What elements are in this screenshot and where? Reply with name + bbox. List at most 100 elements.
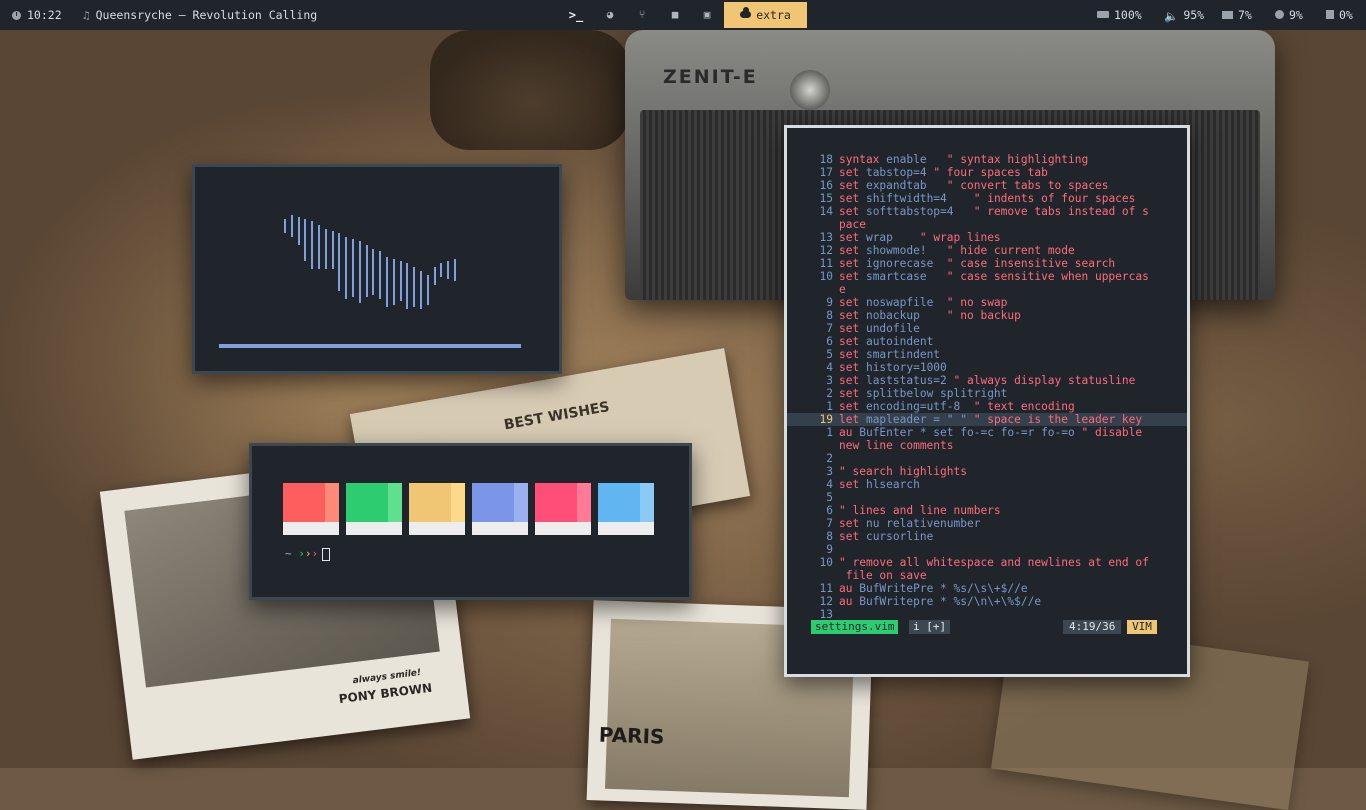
- vim-line[interactable]: 8 set cursorline: [787, 530, 1187, 543]
- workspace-files[interactable]: ■: [660, 0, 690, 30]
- vim-line-text: set splitbelow splitright: [839, 387, 1008, 400]
- cpu-status[interactable]: 9%: [1275, 0, 1303, 30]
- media-icon: ▣: [703, 8, 711, 21]
- vim-line-number: 9: [826, 296, 833, 309]
- vim-line-text: set nobackup " no backup: [839, 309, 1021, 322]
- vim-line[interactable]: 7 set nu relativenumber: [787, 517, 1187, 530]
- workspace-browser[interactable]: ◕: [595, 0, 625, 30]
- workspace-media[interactable]: ▣: [692, 0, 722, 30]
- vim-line[interactable]: 11 set ignorecase " case insensitive sear…: [787, 257, 1187, 270]
- vim-line-text: set softtabstop=4 " remove tabs instead …: [839, 205, 1149, 218]
- vim-line-number: 6: [826, 335, 833, 348]
- vim-line[interactable]: 2 set splitbelow splitright: [787, 387, 1187, 400]
- vim-line[interactable]: 1 au BufEnter * set fo-=c fo-=r fo-=o " d…: [787, 426, 1187, 439]
- vim-line-number: 11: [819, 582, 833, 595]
- vim-line-number: 19: [819, 413, 833, 426]
- swatch-base: [409, 522, 465, 535]
- browser-icon: ◕: [606, 8, 614, 21]
- workspace-extra-active[interactable]: extra: [724, 2, 807, 28]
- vim-line[interactable]: 4 set hlsearch: [787, 478, 1187, 491]
- vim-line[interactable]: 9: [787, 543, 1187, 556]
- vim-line-number: 10: [819, 556, 833, 569]
- vim-line-text: set nu relativenumber: [839, 517, 981, 530]
- swatch-base: [346, 522, 402, 535]
- disk-status[interactable]: 0%: [1326, 0, 1353, 30]
- visualizer-bar: [406, 263, 409, 309]
- vim-line[interactable]: 2: [787, 452, 1187, 465]
- swatch-base: [472, 522, 528, 535]
- vim-line[interactable]: 1 set encoding=utf-8 " text encoding: [787, 400, 1187, 413]
- vim-line-number: 3: [826, 374, 833, 387]
- vim-current-line[interactable]: 19 let mapleader = " " " space is the lea…: [787, 413, 1187, 426]
- vim-line[interactable]: 16 set expandtab " convert tabs to spaces: [787, 179, 1187, 192]
- vim-line-number: 13: [819, 231, 833, 244]
- battery-status[interactable]: 100%: [1097, 0, 1142, 30]
- color-swatch: [283, 483, 339, 535]
- git-branch-icon: ⑂: [638, 8, 646, 21]
- vim-line-text: set autoindent: [839, 335, 934, 348]
- vim-editor-window[interactable]: 18 syntax enable " syntax highlighting 17 s…: [784, 125, 1190, 677]
- vim-line[interactable]: 11 au BufWritePre * %s/\s\+$//e: [787, 582, 1187, 595]
- vim-line[interactable]: 5: [787, 491, 1187, 504]
- vim-line[interactable]: 15 set shiftwidth=4 " indents of four spa…: [787, 192, 1187, 205]
- vim-line[interactable]: 17 set tabstop=4 " four spaces tab: [787, 166, 1187, 179]
- clock[interactable]: 10:22: [12, 0, 62, 30]
- terminal-colors-window[interactable]: ~ ›››: [249, 443, 692, 600]
- vim-line-text: set encoding=utf-8 " text encoding: [839, 400, 1075, 413]
- vim-line[interactable]: 6 set autoindent: [787, 335, 1187, 348]
- vim-line[interactable]: 4 set history=1000: [787, 361, 1187, 374]
- workspace-terminal[interactable]: >_: [561, 0, 591, 30]
- cpu-icon: [1275, 10, 1284, 19]
- vim-line[interactable]: file on save: [787, 569, 1187, 582]
- visualizer-bar: [392, 259, 395, 305]
- color-swatch: [409, 483, 465, 535]
- vim-line-number: 3: [826, 465, 833, 478]
- battery-value: 100%: [1114, 8, 1142, 22]
- vim-line[interactable]: e: [787, 283, 1187, 296]
- vim-line[interactable]: pace: [787, 218, 1187, 231]
- swatch-bright: [514, 483, 528, 522]
- swatch-base: [535, 522, 591, 535]
- vim-line-number: 16: [819, 179, 833, 192]
- vim-line-number: 18: [819, 153, 833, 166]
- visualizer-bar: [304, 219, 307, 261]
- workspace-git[interactable]: ⑂: [627, 0, 657, 30]
- visualizer-bar: [290, 215, 293, 237]
- visualizer-bar: [297, 217, 300, 245]
- vim-line-number: 7: [826, 322, 833, 335]
- visualizer-bar: [311, 221, 314, 269]
- vim-line-number: 1: [826, 426, 833, 439]
- clock-time: 10:22: [27, 8, 62, 22]
- vim-line[interactable]: 8 set nobackup " no backup: [787, 309, 1187, 322]
- vim-line[interactable]: 9 set noswapfile " no swap: [787, 296, 1187, 309]
- vim-line[interactable]: 14 set softtabstop=4 " remove tabs instea…: [787, 205, 1187, 218]
- swatch-bright: [451, 483, 465, 522]
- vim-line[interactable]: 18 syntax enable " syntax highlighting: [787, 153, 1187, 166]
- vim-line[interactable]: 3 " search highlights: [787, 465, 1187, 478]
- vim-line[interactable]: new line comments: [787, 439, 1187, 452]
- vim-line[interactable]: 12 set showmode! " hide current mode: [787, 244, 1187, 257]
- vim-line-text: set ignorecase " case insensitive search: [839, 257, 1116, 270]
- vim-line[interactable]: 13 set wrap " wrap lines: [787, 231, 1187, 244]
- visualizer-bar: [386, 257, 388, 307]
- vim-line[interactable]: 10 " remove all whitespace and newlines a…: [787, 556, 1187, 569]
- vim-line[interactable]: 3 set laststatus=2 " always display statu…: [787, 374, 1187, 387]
- vim-line[interactable]: 7 set undofile: [787, 322, 1187, 335]
- vim-line-number: 4: [826, 478, 833, 491]
- cpu-value: 9%: [1289, 8, 1303, 22]
- workspace-extra-label: extra: [756, 8, 791, 22]
- vim-buffer[interactable]: 18 syntax enable " syntax highlighting 17 s…: [787, 153, 1187, 621]
- folder-icon: ■: [671, 8, 679, 21]
- memory-icon: [1222, 10, 1233, 19]
- now-playing[interactable]: ♫ Queensryche – Revolution Calling: [83, 0, 317, 30]
- vim-line[interactable]: 12 au BufWritepre * %s/\n\+\%$//e: [787, 595, 1187, 608]
- prompt-arrows: ›››: [298, 547, 319, 560]
- audio-visualizer-window[interactable]: [192, 164, 562, 374]
- vim-line[interactable]: 10 set smartcase " case sensitive when up…: [787, 270, 1187, 283]
- vim-line[interactable]: 5 set smartindent: [787, 348, 1187, 361]
- vim-line-number: 14: [819, 205, 833, 218]
- vim-line-text: set undofile: [839, 322, 920, 335]
- memory-status[interactable]: 7%: [1222, 0, 1252, 30]
- volume-status[interactable]: 🔈 95%: [1164, 0, 1204, 30]
- vim-line[interactable]: 6 " lines and line numbers: [787, 504, 1187, 517]
